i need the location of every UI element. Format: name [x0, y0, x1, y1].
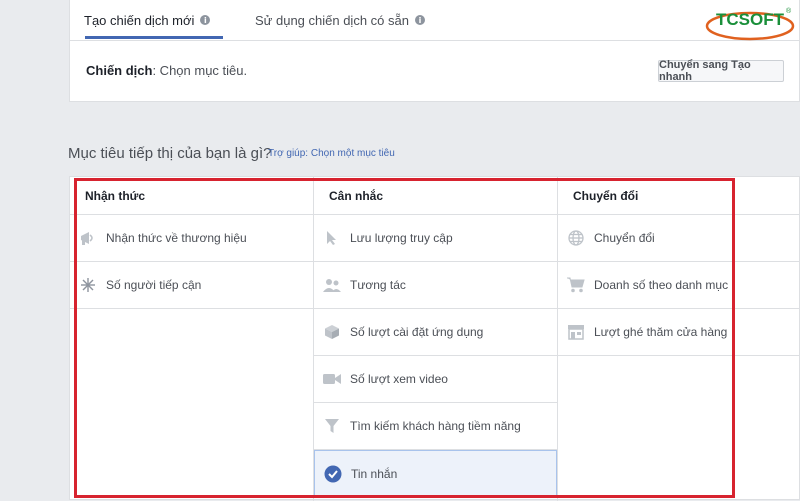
objective-brand-awareness[interactable]: Nhận thức về thương hiệu: [70, 215, 313, 262]
campaign-label: Chiến dịch: [86, 63, 153, 78]
globe-icon: [566, 228, 586, 248]
objective-conversions[interactable]: Chuyển đổi: [558, 215, 800, 262]
cursor-icon: [322, 228, 342, 248]
objective-label: Tin nhắn: [351, 466, 398, 481]
tab-use-existing-campaign[interactable]: Sử dụng chiến dịch có sẵn i: [255, 0, 425, 40]
objective-app-installs[interactable]: Số lượt cài đặt ứng dụng: [314, 309, 557, 356]
objective-label: Lượt ghé thăm cửa hàng: [594, 325, 728, 339]
column-header-conversion: Chuyển đổi: [558, 177, 800, 215]
objective-reach[interactable]: Số người tiếp cận: [70, 262, 313, 309]
objective-label: Số người tiếp cận: [106, 278, 202, 292]
objective-video-views[interactable]: Số lượt xem video: [314, 356, 557, 403]
active-tab-indicator: [85, 36, 223, 39]
objective-label: Chuyển đổi: [594, 231, 655, 245]
objective-label: Tương tác: [350, 278, 406, 292]
tab-create-new-campaign[interactable]: Tạo chiến dịch mới i: [84, 0, 211, 40]
funnel-icon: [322, 416, 342, 436]
cart-icon: [566, 275, 586, 295]
snowflake-icon: [78, 275, 98, 295]
objective-label: Số lượt cài đặt ứng dụng: [350, 325, 484, 339]
info-icon: i: [414, 15, 425, 25]
tcsoft-logo: TCSOFT ®: [704, 4, 796, 42]
campaign-card: Tạo chiến dịch mới i Sử dụng chiến dịch …: [69, 0, 800, 102]
column-consideration: Cân nhắc Lưu lượng truy cập Tương tác Số…: [314, 177, 557, 499]
objective-label: Nhận thức về thương hiệu: [106, 231, 247, 245]
switch-to-quick-create-button[interactable]: Chuyển sang Tạo nhanh: [658, 59, 784, 83]
objective-messages[interactable]: Tin nhắn: [314, 450, 557, 497]
campaign-objective-line: Chiến dịch: Chọn mục tiêu.: [86, 63, 247, 78]
objective-traffic[interactable]: Lưu lượng truy cập: [314, 215, 557, 262]
tab-label: Tạo chiến dịch mới: [84, 12, 195, 28]
box-icon: [322, 322, 342, 342]
objective-lead-generation[interactable]: Tìm kiếm khách hàng tiềm năng: [314, 403, 557, 450]
objective-label: Tìm kiếm khách hàng tiềm năng: [350, 419, 521, 433]
logo-registered-mark: ®: [786, 7, 792, 15]
objective-table: Nhận thức Nhận thức về thương hiệu Số ng…: [69, 176, 800, 501]
video-camera-icon: [322, 369, 342, 389]
megaphone-icon: [78, 228, 98, 248]
tab-bar: Tạo chiến dịch mới i Sử dụng chiến dịch …: [70, 0, 799, 41]
logo-text: TCSOFT: [716, 10, 785, 29]
column-header-consideration: Cân nhắc: [314, 177, 557, 215]
objective-label: Lưu lượng truy cập: [350, 231, 453, 245]
column-conversion: Chuyển đổi Chuyển đổi Doanh số theo danh…: [558, 177, 800, 499]
objective-catalog-sales[interactable]: Doanh số theo danh mục: [558, 262, 800, 309]
people-icon: [322, 275, 342, 295]
objective-store-visits[interactable]: Lượt ghé thăm cửa hàng: [558, 309, 800, 356]
column-awareness: Nhận thức Nhận thức về thương hiệu Số ng…: [70, 177, 313, 499]
help-choose-objective-link[interactable]: Trợ giúp: Chọn một mục tiêu: [268, 148, 395, 159]
objective-engagement[interactable]: Tương tác: [314, 262, 557, 309]
campaign-value: : Chọn mục tiêu.: [152, 63, 248, 78]
check-circle-icon: [323, 464, 343, 484]
marketing-objective-question: Mục tiêu tiếp thị của bạn là gì?: [68, 145, 272, 162]
tab-label: Sử dụng chiến dịch có sẵn: [255, 12, 409, 28]
objective-label: Số lượt xem video: [350, 372, 448, 386]
store-icon: [566, 322, 586, 342]
objective-label: Doanh số theo danh mục: [594, 278, 729, 292]
info-icon: i: [200, 15, 211, 25]
column-header-awareness: Nhận thức: [70, 177, 313, 215]
